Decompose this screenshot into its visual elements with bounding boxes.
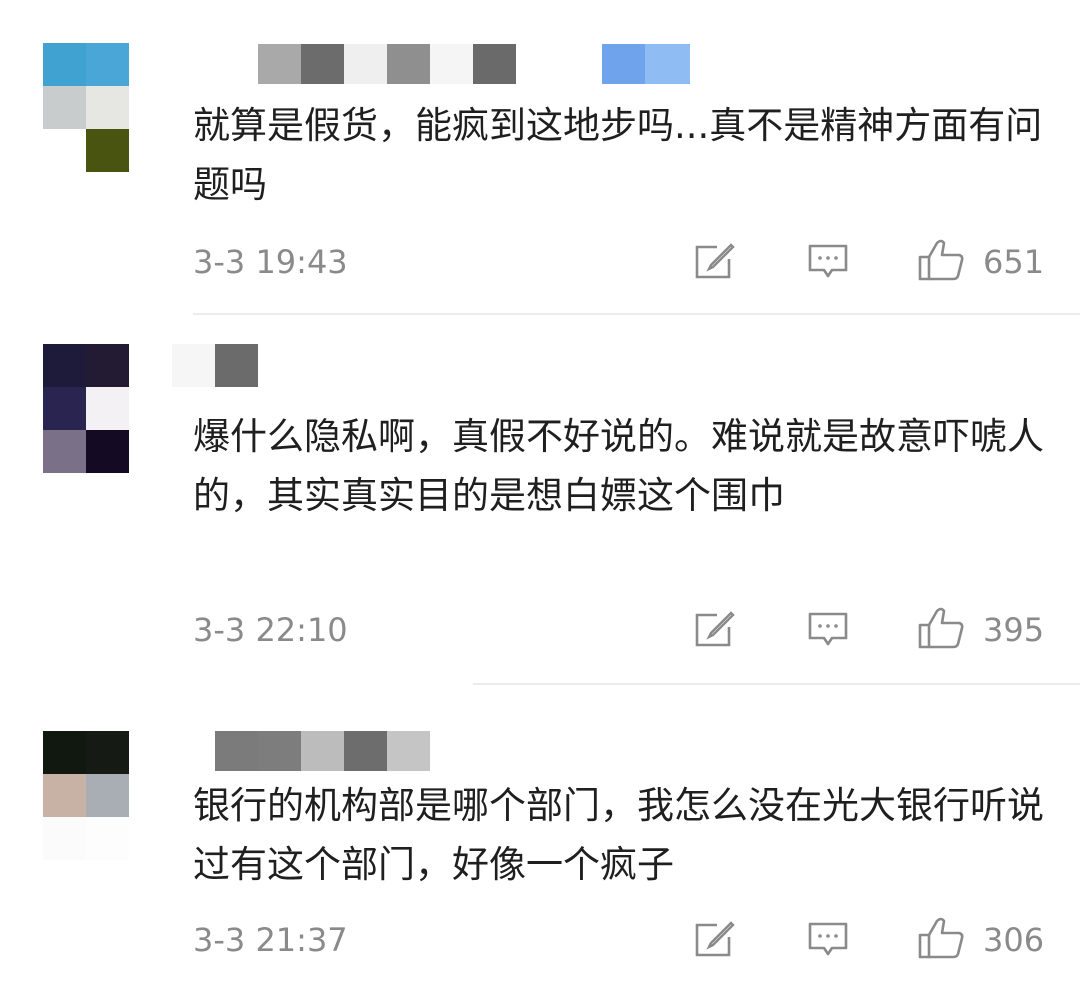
comment-text: 就算是假货，能疯到这地步吗...真不是精神方面有问题吗 [193,104,1043,206]
thumbs-up-icon [917,607,965,653]
like-count: 651 [983,243,1045,281]
like-count: 306 [983,921,1045,959]
like-count: 395 [983,611,1045,649]
edit-icon[interactable] [691,918,737,962]
comment-item: 银行的机构部是哪个部门，我怎么没在光大银行听说过有这个部门，好像一个疯子 3-3… [0,685,1080,981]
avatar[interactable] [43,43,129,172]
comment-icon[interactable] [805,240,851,284]
comment-item: 就算是假货，能疯到这地步吗...真不是精神方面有问题吗 3-3 19:43 65… [0,0,1080,315]
edit-icon[interactable] [691,240,737,284]
comment-time: 3-3 19:43 [193,243,348,281]
like-button[interactable]: 306 [917,917,1045,963]
edit-icon[interactable] [691,608,737,652]
comment-text: 爆什么隐私啊，真假不好说的。难说就是故意吓唬人的，其实真实目的是想白嫖这个围巾 [193,415,1044,517]
username-blurred[interactable] [258,44,690,84]
thumbs-up-icon [917,239,965,285]
comment-meta: 3-3 21:37 306 [193,917,1053,963]
comment-meta: 3-3 19:43 651 [193,239,1053,285]
comment-time: 3-3 22:10 [193,611,348,649]
comment-meta: 3-3 22:10 395 [193,607,1053,653]
comment-icon[interactable] [805,918,851,962]
like-button[interactable]: 651 [917,239,1045,285]
username-blurred[interactable] [172,344,258,387]
username-blurred[interactable] [215,731,430,771]
comment-item: 爆什么隐私啊，真假不好说的。难说就是故意吓唬人的，其实真实目的是想白嫖这个围巾 … [0,315,1080,685]
avatar[interactable] [43,344,129,473]
comment-text: 银行的机构部是哪个部门，我怎么没在光大银行听说过有这个部门，好像一个疯子 [193,784,1044,886]
avatar[interactable] [43,731,129,860]
like-button[interactable]: 395 [917,607,1045,653]
thumbs-up-icon [917,917,965,963]
comment-icon[interactable] [805,608,851,652]
comment-time: 3-3 21:37 [193,921,348,959]
